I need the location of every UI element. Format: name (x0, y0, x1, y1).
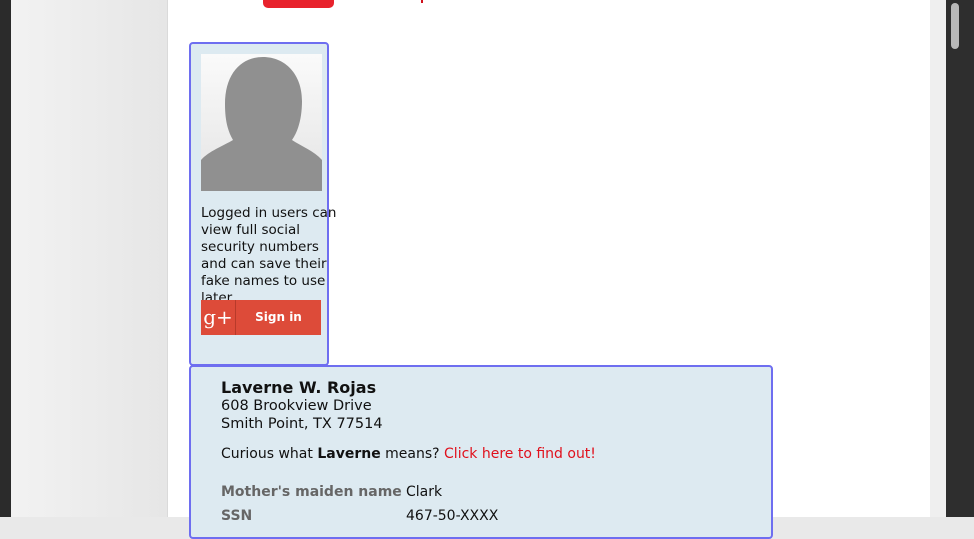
google-plus-signin-button[interactable]: g+ Sign in (201, 300, 321, 335)
name-meaning-link[interactable]: Click here to find out! (444, 446, 596, 462)
address-line-2: Smith Point, TX 77514 (221, 416, 383, 432)
name-meaning-prompt: Curious what Laverne means? Click here t… (221, 446, 596, 462)
main-content: Logged in users can view full social sec… (167, 0, 931, 539)
identity-panel: Laverne W. Rojas 608 Brookview Drive Smi… (189, 365, 773, 539)
full-name: Laverne W. Rojas (221, 378, 377, 397)
scrollbar-track[interactable] (946, 0, 974, 517)
field-value-maiden-name: Clark (406, 484, 443, 500)
page-side-background-right (930, 0, 946, 517)
field-label-ssn: SSN (221, 508, 253, 524)
page-side-background (11, 0, 167, 517)
top-red-button[interactable] (263, 0, 334, 8)
address-line-1: 608 Brookview Drive (221, 398, 372, 414)
curious-suffix: means? (385, 446, 440, 462)
first-name: Laverne (317, 446, 381, 462)
login-benefits-text: Logged in users can view full social sec… (201, 205, 337, 306)
window-left-edge (0, 0, 11, 517)
scrollbar-thumb[interactable] (951, 3, 959, 49)
google-plus-icon: g+ (201, 300, 236, 335)
login-panel: Logged in users can view full social sec… (189, 42, 336, 366)
default-avatar-image (201, 54, 322, 191)
field-value-ssn: 467-50-XXXX (406, 508, 499, 524)
signin-label: Sign in (255, 310, 302, 324)
curious-prefix: Curious what (221, 446, 313, 462)
field-label-maiden-name: Mother's maiden name (221, 484, 402, 500)
top-red-link-fragment[interactable] (421, 0, 423, 3)
